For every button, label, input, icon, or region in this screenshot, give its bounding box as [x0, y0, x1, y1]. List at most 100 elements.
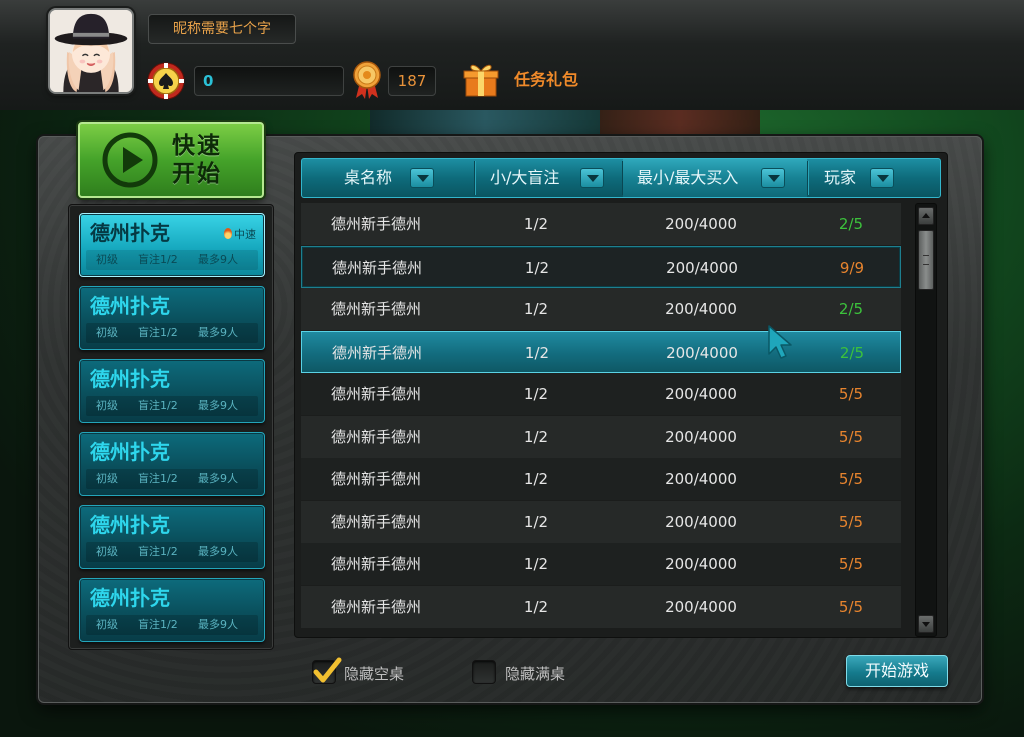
- blinds-cell: 1/2: [523, 470, 549, 488]
- table-row[interactable]: 德州新手德州 1/2 200/4000 2/5: [301, 288, 901, 330]
- avatar-girl-icon: [50, 10, 132, 92]
- scrollbar[interactable]: [915, 203, 937, 637]
- table-row[interactable]: 德州新手德州 1/2 200/4000 5/5: [301, 500, 901, 543]
- table-name-cell: 德州新手德州: [330, 300, 421, 318]
- players-cell: 2/5: [839, 343, 865, 362]
- chevron-down-icon[interactable]: [870, 168, 894, 188]
- column-header-players[interactable]: 玩家: [808, 159, 940, 197]
- buyin-cell: 200/4000: [666, 258, 738, 277]
- chevron-down-icon[interactable]: [580, 168, 604, 188]
- room-info: 初级 盲注1/2 最多9人: [86, 469, 258, 489]
- table-row[interactable]: 德州新手德州 1/2 200/4000 9/9: [301, 245, 901, 288]
- room-max-players: 最多9人: [198, 618, 238, 631]
- room-level: 初级: [96, 618, 118, 631]
- gift-icon[interactable]: [462, 62, 500, 98]
- column-header-blinds[interactable]: 小/大盲注: [476, 159, 622, 197]
- avatar[interactable]: [48, 8, 134, 94]
- table-row[interactable]: 德州新手德州 1/2 200/4000 5/5: [301, 543, 901, 585]
- cursor-arrow-icon: [768, 325, 792, 359]
- table-row[interactable]: 德州新手德州 1/2 200/4000 5/5: [301, 373, 901, 415]
- players-cell: 5/5: [838, 512, 864, 531]
- table-name-cell: 德州新手德州: [330, 470, 421, 488]
- scroll-thumb[interactable]: [918, 230, 934, 290]
- players-cell: 5/5: [838, 555, 864, 573]
- hide-full-label[interactable]: 隐藏满桌: [505, 664, 565, 684]
- table-row[interactable]: 德州新手德州 1/2 200/4000 2/5: [301, 330, 901, 373]
- table-row[interactable]: 德州新手德州 1/2 200/4000 5/5: [301, 458, 901, 500]
- table-row[interactable]: 德州新手德州 1/2 200/4000 2/5: [301, 203, 901, 245]
- blinds-cell: 1/2: [524, 343, 550, 362]
- room-level: 初级: [96, 326, 118, 339]
- task-gift-link[interactable]: 任务礼包: [514, 68, 578, 92]
- quick-start-button[interactable]: 快速 开始: [78, 122, 264, 198]
- scroll-up-button[interactable]: [918, 207, 934, 225]
- room-level: 初级: [96, 399, 118, 412]
- hide-empty-label[interactable]: 隐藏空桌: [344, 664, 404, 684]
- blinds-cell: 1/2: [523, 555, 549, 573]
- table-name-cell: 德州新手德州: [331, 343, 422, 362]
- blinds-cell: 1/2: [523, 597, 549, 616]
- table-row[interactable]: 德州新手德州 1/2 200/4000 5/5: [301, 585, 901, 628]
- quick-start-line2: 开始: [172, 161, 222, 187]
- room-blind: 盲注1/2: [138, 326, 178, 339]
- room-max-players: 最多9人: [198, 399, 238, 412]
- blinds-cell: 1/2: [523, 512, 549, 531]
- quick-start-line1: 快速: [172, 133, 222, 159]
- room-title: 德州扑克: [90, 294, 170, 318]
- players-cell: 2/5: [838, 300, 864, 318]
- hide-empty-checkbox[interactable]: [312, 657, 342, 684]
- room-max-players: 最多9人: [198, 253, 238, 266]
- table-body: 德州新手德州 1/2 200/4000 2/5 德州新手德州 1/2 200/4000 9/9…: [301, 203, 901, 628]
- table-header: 桌名称 小/大盲注 最小/最大买入 玩家: [301, 158, 941, 198]
- chevron-down-icon[interactable]: [761, 168, 785, 188]
- table-name-cell: 德州新手德州: [330, 597, 421, 616]
- room-max-players: 最多9人: [198, 545, 238, 558]
- column-header-label: 桌名称: [344, 168, 393, 187]
- room-title: 德州扑克: [90, 440, 170, 464]
- table-name-cell: 德州新手德州: [330, 215, 421, 233]
- players-cell: 2/5: [838, 215, 864, 233]
- room-list: 德州扑克 中速 初级 盲注1/2 最多9人 德州扑克 初级 盲注1/2 最多9人…: [68, 204, 274, 650]
- buyin-cell: 200/4000: [665, 597, 737, 616]
- room-speed: 中速: [224, 228, 256, 242]
- blinds-cell: 1/2: [523, 427, 549, 446]
- play-icon: [102, 132, 158, 188]
- room-item[interactable]: 德州扑克 初级 盲注1/2 最多9人: [79, 505, 265, 569]
- buyin-cell: 200/4000: [665, 555, 737, 573]
- blinds-cell: 1/2: [523, 300, 549, 318]
- table-name-cell: 德州新手德州: [330, 427, 421, 446]
- column-header-buyin[interactable]: 最小/最大买入: [623, 159, 807, 197]
- table-name-cell: 德州新手德州: [330, 555, 421, 573]
- blinds-cell: 1/2: [523, 215, 549, 233]
- room-max-players: 最多9人: [198, 326, 238, 339]
- players-cell: 5/5: [838, 597, 864, 616]
- column-header-name[interactable]: 桌名称: [302, 159, 472, 197]
- start-game-button[interactable]: 开始游戏: [846, 655, 948, 687]
- room-speed-label: 中速: [234, 228, 256, 241]
- chevron-down-icon[interactable]: [410, 168, 434, 188]
- room-blind: 盲注1/2: [138, 253, 178, 266]
- buyin-cell: 200/4000: [665, 385, 737, 403]
- room-item[interactable]: 德州扑克 中速 初级 盲注1/2 最多9人: [79, 213, 265, 277]
- room-info: 初级 盲注1/2 最多9人: [86, 396, 258, 416]
- scroll-down-button[interactable]: [918, 615, 934, 633]
- buyin-cell: 200/4000: [665, 470, 737, 488]
- room-item[interactable]: 德州扑克 初级 盲注1/2 最多9人: [79, 432, 265, 496]
- buyin-cell: 200/4000: [665, 300, 737, 318]
- buyin-cell: 200/4000: [665, 427, 737, 446]
- hide-full-checkbox[interactable]: [472, 660, 496, 684]
- medal-count: 187: [388, 66, 436, 96]
- room-blind: 盲注1/2: [138, 545, 178, 558]
- players-cell: 5/5: [838, 385, 864, 403]
- room-info: 初级 盲注1/2 最多9人: [86, 615, 258, 635]
- buyin-cell: 200/4000: [665, 215, 737, 233]
- room-item[interactable]: 德州扑克 初级 盲注1/2 最多9人: [79, 578, 265, 642]
- room-title: 德州扑克: [90, 367, 170, 391]
- room-level: 初级: [96, 253, 118, 266]
- room-title: 德州扑克: [90, 513, 170, 537]
- table-row[interactable]: 德州新手德州 1/2 200/4000 5/5: [301, 415, 901, 458]
- room-item[interactable]: 德州扑克 初级 盲注1/2 最多9人: [79, 286, 265, 350]
- room-level: 初级: [96, 472, 118, 485]
- column-header-label: 最小/最大买入: [637, 168, 739, 187]
- room-item[interactable]: 德州扑克 初级 盲注1/2 最多9人: [79, 359, 265, 423]
